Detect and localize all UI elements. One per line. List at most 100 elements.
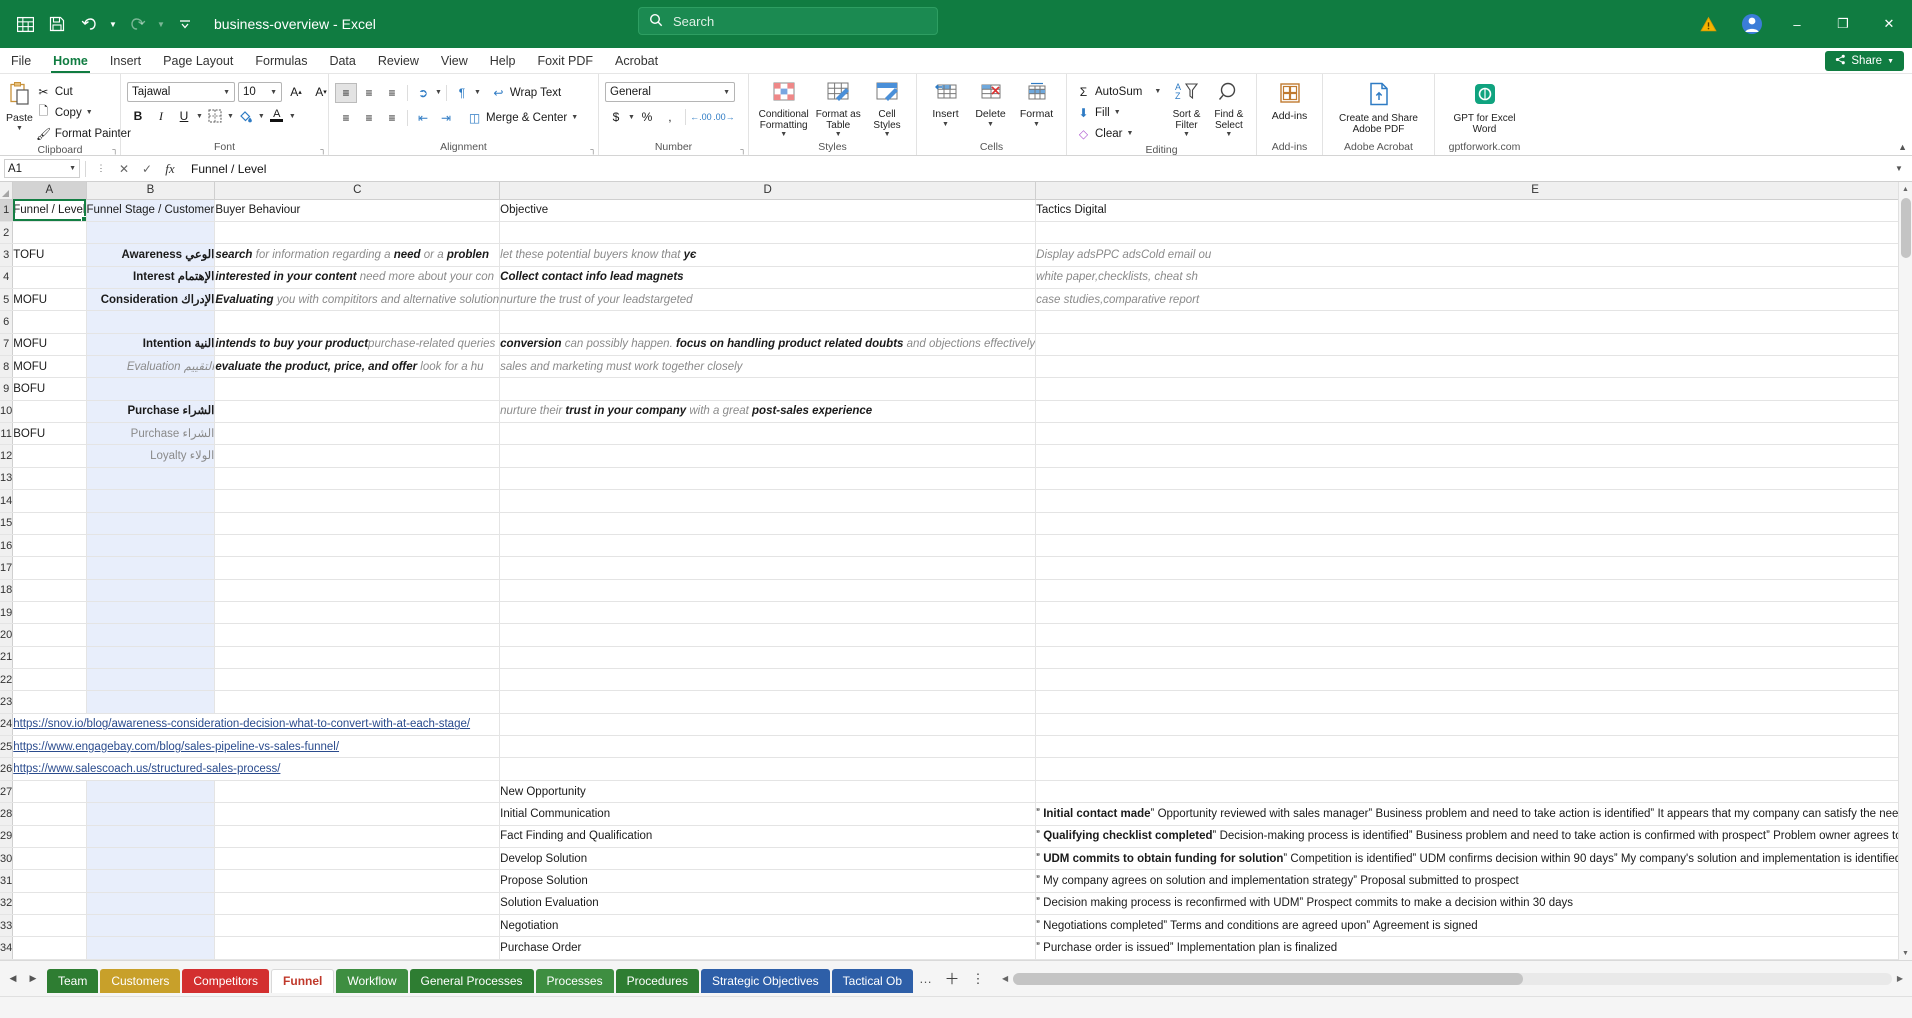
cell-B30[interactable] bbox=[86, 847, 216, 871]
row-header-21[interactable]: 21 bbox=[0, 646, 14, 670]
cell-E23[interactable] bbox=[1035, 690, 1912, 714]
cell-B31[interactable] bbox=[86, 869, 216, 893]
hscroll-track[interactable] bbox=[1013, 972, 1892, 985]
row-header-30[interactable]: 30 bbox=[0, 847, 14, 871]
account-avatar[interactable] bbox=[1730, 4, 1774, 44]
text-direction-caret-icon[interactable]: ▼ bbox=[474, 89, 481, 96]
cell-A3[interactable]: TOFU bbox=[12, 243, 87, 267]
number-format-select[interactable]: General ▼ bbox=[605, 82, 735, 102]
cell-B13[interactable] bbox=[86, 467, 216, 491]
cell-C2[interactable] bbox=[214, 221, 501, 245]
row-header-12[interactable]: 12 bbox=[0, 444, 14, 468]
sort-filter-button[interactable]: AZ Sort & Filter ▼ bbox=[1165, 77, 1207, 139]
format-cells-button[interactable]: Format ▼ bbox=[1013, 77, 1060, 128]
delete-caret-icon[interactable]: ▼ bbox=[987, 121, 994, 129]
format-as-table-caret-icon[interactable]: ▼ bbox=[835, 131, 842, 139]
row-header-19[interactable]: 19 bbox=[0, 601, 14, 625]
cell-E11[interactable] bbox=[1035, 422, 1912, 446]
fill-caret-icon[interactable]: ▼ bbox=[1114, 109, 1121, 116]
cell-A23[interactable] bbox=[12, 690, 87, 714]
cell-D1[interactable]: Objective bbox=[499, 199, 1037, 222]
row-header-8[interactable]: 8 bbox=[0, 355, 14, 379]
cell-C15[interactable] bbox=[214, 512, 501, 535]
sheet-tab-team[interactable]: Team bbox=[47, 968, 99, 993]
cell-A11[interactable]: BOFU bbox=[12, 422, 87, 446]
cell-styles-caret-icon[interactable]: ▼ bbox=[884, 131, 891, 139]
cell-B6[interactable] bbox=[86, 310, 216, 334]
fill-color-icon[interactable] bbox=[235, 106, 257, 126]
restore-button[interactable]: ❐ bbox=[1820, 0, 1866, 48]
cell-A18[interactable] bbox=[12, 579, 87, 602]
addins-button[interactable]: Add-ins bbox=[1263, 77, 1316, 123]
delete-cells-button[interactable]: Delete ▼ bbox=[968, 77, 1013, 128]
cell-A24[interactable]: https://snov.io/blog/awareness-considera… bbox=[12, 713, 501, 737]
row-header-9[interactable]: 9 bbox=[0, 377, 14, 401]
sheet-nav-prev-icon[interactable]: ◀ bbox=[4, 969, 22, 989]
row-header-14[interactable]: 14 bbox=[0, 489, 14, 513]
cell-A8[interactable]: MOFU bbox=[12, 355, 87, 379]
align-left-icon[interactable]: ≡ bbox=[335, 108, 357, 128]
cell-B2[interactable] bbox=[86, 221, 216, 245]
cell-B19[interactable] bbox=[86, 601, 216, 625]
cell-D23[interactable] bbox=[499, 690, 1037, 714]
format-as-table-button[interactable]: Format as Table ▼ bbox=[812, 77, 864, 139]
worksheet-grid[interactable]: A B C D E F G H I J K L 1Funnel / LevelF… bbox=[0, 182, 1912, 960]
font-size-caret-icon[interactable]: ▼ bbox=[270, 89, 277, 96]
increase-decimal-icon[interactable]: ←.00 bbox=[690, 107, 712, 127]
cell-C8[interactable]: evaluate the product, price, and offer l… bbox=[214, 355, 501, 379]
sheet-tab-customers[interactable]: Customers bbox=[100, 968, 181, 993]
cell-E4[interactable]: white paper,checklists, cheat sh bbox=[1035, 266, 1912, 289]
tab-review[interactable]: Review bbox=[367, 51, 430, 73]
fill-button[interactable]: ⬇ Fill ▼ bbox=[1073, 102, 1165, 123]
cell-B16[interactable] bbox=[86, 534, 216, 558]
sheet-nav-next-icon[interactable]: ▶ bbox=[24, 969, 42, 989]
tab-formulas[interactable]: Formulas bbox=[244, 51, 318, 73]
cell-A28[interactable] bbox=[12, 802, 87, 826]
sheet-tab-workflow[interactable]: Workflow bbox=[336, 968, 408, 993]
row-header-28[interactable]: 28 bbox=[0, 802, 14, 826]
cell-E9[interactable] bbox=[1035, 377, 1912, 401]
cell-D34[interactable]: Purchase Order bbox=[499, 936, 1037, 960]
cell-C17[interactable] bbox=[214, 556, 501, 580]
cell-E28[interactable]: ˮ Initial contact madeˮ Opportunity revi… bbox=[1035, 802, 1912, 826]
cell-B34[interactable] bbox=[86, 936, 216, 960]
alignment-dialog-launcher[interactable]: ┐ bbox=[590, 145, 596, 154]
cell-C27[interactable] bbox=[214, 780, 501, 804]
cell-B3[interactable]: Awareness الوعي bbox=[86, 243, 216, 267]
cell-B15[interactable] bbox=[86, 512, 216, 535]
sheet-tab-procedures[interactable]: Procedures bbox=[615, 968, 699, 993]
cell-D13[interactable] bbox=[499, 467, 1037, 491]
paste-caret-icon[interactable]: ▼ bbox=[16, 125, 23, 133]
tab-view[interactable]: View bbox=[430, 51, 479, 73]
gpt-for-excel-word-button[interactable]: GPT for Excel Word bbox=[1442, 77, 1528, 135]
cell-B17[interactable] bbox=[86, 556, 216, 580]
fill-color-caret-icon[interactable]: ▼ bbox=[258, 113, 265, 120]
search-box[interactable] bbox=[638, 7, 938, 35]
cell-C18[interactable] bbox=[214, 579, 501, 602]
cell-D9[interactable] bbox=[499, 377, 1037, 401]
cell-B11[interactable]: Purchase الشراء bbox=[86, 422, 216, 446]
column-header-D[interactable]: D bbox=[499, 182, 1037, 200]
cell-D20[interactable] bbox=[499, 623, 1037, 647]
cell-D7[interactable]: conversion can possibly happen. focus on… bbox=[499, 333, 1037, 357]
cell-A30[interactable] bbox=[12, 847, 87, 871]
cell-A25[interactable]: https://www.engagebay.com/blog/sales-pip… bbox=[12, 735, 501, 759]
cell-B1[interactable]: Funnel Stage / Customer bbox=[86, 199, 216, 222]
italic-button[interactable]: I bbox=[150, 106, 172, 126]
column-header-A[interactable]: A bbox=[12, 182, 87, 200]
share-caret-icon[interactable]: ▼ bbox=[1887, 58, 1894, 65]
cell-D27[interactable]: New Opportunity bbox=[499, 780, 1037, 804]
sheet-tab-funnel[interactable]: Funnel bbox=[271, 968, 335, 993]
cut-button[interactable]: ✂ Cut bbox=[33, 81, 134, 102]
font-color-icon[interactable]: A bbox=[266, 106, 288, 126]
cell-E2[interactable] bbox=[1035, 221, 1912, 245]
save-icon[interactable] bbox=[42, 9, 72, 39]
underline-button[interactable]: U bbox=[173, 106, 195, 126]
cell-E25[interactable] bbox=[1035, 735, 1912, 759]
cell-A34[interactable] bbox=[12, 936, 87, 960]
cell-E26[interactable] bbox=[1035, 757, 1912, 781]
cell-D31[interactable]: Propose Solution bbox=[499, 869, 1037, 893]
insert-function-menu-icon[interactable]: ⋮ bbox=[91, 159, 111, 179]
cell-E19[interactable] bbox=[1035, 601, 1912, 625]
collapse-ribbon-icon[interactable]: ▲ bbox=[1898, 142, 1907, 152]
